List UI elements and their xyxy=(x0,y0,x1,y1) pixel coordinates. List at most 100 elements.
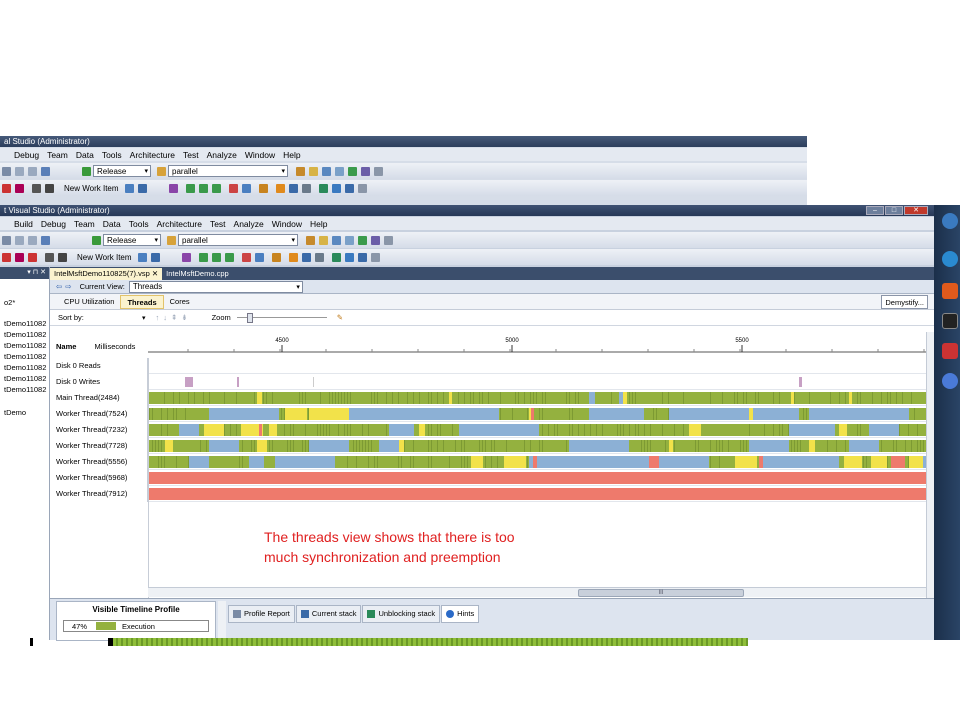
toolbar-icon[interactable] xyxy=(15,183,24,193)
toolbar-icon[interactable] xyxy=(301,183,311,193)
toolbar-icon[interactable] xyxy=(2,252,11,262)
thread-lane[interactable] xyxy=(149,456,926,468)
media-icon[interactable] xyxy=(942,283,958,299)
minimize-button[interactable]: – xyxy=(866,206,884,215)
toolbar-icon[interactable] xyxy=(322,166,331,176)
vtp-scrollbar[interactable] xyxy=(218,601,226,641)
thread-row[interactable]: Worker Thread(5968) xyxy=(50,470,926,486)
ie-icon[interactable] xyxy=(942,251,958,267)
toolbar-icon[interactable] xyxy=(358,235,367,245)
toolbar-icon[interactable] xyxy=(15,252,24,262)
play-icon[interactable] xyxy=(82,166,91,176)
thread-row[interactable]: Worker Thread(7728) xyxy=(50,438,926,454)
menu-team[interactable]: Team xyxy=(47,150,68,160)
thread-lane[interactable] xyxy=(149,472,926,484)
toolbar-icon[interactable] xyxy=(2,166,11,176)
zoom-thumb[interactable] xyxy=(246,312,253,323)
thread-row-label[interactable]: Disk 0 Reads xyxy=(50,358,148,374)
play-icon[interactable] xyxy=(275,183,285,193)
maximize-button[interactable]: □ xyxy=(885,206,903,215)
thread-lane[interactable] xyxy=(149,360,926,372)
menu-data[interactable]: Data xyxy=(76,150,94,160)
redo-icon[interactable] xyxy=(28,235,37,245)
solution-item[interactable]: tDemo11082 xyxy=(0,384,49,395)
toolbar-icon[interactable] xyxy=(241,183,251,193)
thread-lane[interactable] xyxy=(149,440,926,452)
toolbar-icon[interactable] xyxy=(348,166,357,176)
panel-header-controls[interactable]: ▾ ⊓ ✕ xyxy=(0,267,49,279)
solution-item[interactable]: tDemo11082 xyxy=(0,318,49,329)
close-icon[interactable] xyxy=(45,183,54,193)
scroll-thumb[interactable]: III xyxy=(578,589,744,597)
thread-row[interactable]: Worker Thread(5556) xyxy=(50,454,926,470)
thread-row[interactable]: Disk 0 Reads xyxy=(50,358,926,374)
start-orb-icon[interactable] xyxy=(942,213,958,229)
forward-arrow-icon[interactable]: ⇨ xyxy=(65,282,71,291)
toolbar-icon[interactable] xyxy=(198,183,208,193)
toolbar-icon[interactable] xyxy=(137,252,147,262)
thread-row[interactable]: Main Thread(2484) xyxy=(50,390,926,406)
thread-lane[interactable] xyxy=(149,376,926,388)
redo-icon[interactable] xyxy=(28,166,37,176)
menu-architecture[interactable]: Architecture xyxy=(130,150,175,160)
tab-vsp[interactable]: IntelMsftDemo110825(7).vsp ✕ xyxy=(50,268,163,280)
menu-build[interactable]: Build xyxy=(14,219,33,229)
menu-debug[interactable]: Debug xyxy=(41,219,66,229)
toolbar-icon[interactable] xyxy=(370,252,380,262)
toolbar-icon[interactable] xyxy=(150,252,160,262)
play-icon[interactable] xyxy=(92,235,101,245)
tab-cpp[interactable]: IntelMsftDemo.cpp xyxy=(162,268,233,280)
config-select[interactable]: Release xyxy=(93,165,151,177)
toolbar-icon[interactable] xyxy=(345,235,354,245)
solution-item[interactable]: tDemo11082 xyxy=(0,373,49,384)
toolbar-icon[interactable] xyxy=(241,252,251,262)
thread-lane[interactable] xyxy=(149,408,926,420)
toolbar-icon[interactable] xyxy=(2,235,11,245)
thread-lane[interactable] xyxy=(149,392,926,404)
thread-lane[interactable] xyxy=(149,488,926,500)
menu-debug[interactable]: Debug xyxy=(14,150,39,160)
toolbar-icon[interactable] xyxy=(124,183,134,193)
toolbar-icon[interactable] xyxy=(185,183,195,193)
toolbar-icon[interactable] xyxy=(181,252,191,262)
solution-item[interactable]: tDemo11082 xyxy=(0,340,49,351)
toolbar-icon[interactable] xyxy=(28,252,37,262)
config-select[interactable]: Release xyxy=(103,234,161,246)
toolbar-icon[interactable] xyxy=(319,235,328,245)
menu-analyze[interactable]: Analyze xyxy=(234,219,264,229)
new-work-item-button[interactable]: New Work Item xyxy=(77,253,132,262)
toolbar-icon[interactable] xyxy=(198,252,208,262)
toolbar-icon[interactable] xyxy=(137,183,147,193)
navigate-icon[interactable] xyxy=(41,166,50,176)
app-icon[interactable] xyxy=(942,343,958,359)
toolbar-icon[interactable] xyxy=(168,183,178,193)
toolbar-icon[interactable] xyxy=(254,252,264,262)
toolbar-icon[interactable] xyxy=(384,235,393,245)
tab-threads[interactable]: Threads xyxy=(120,294,164,309)
menu-test[interactable]: Test xyxy=(183,150,199,160)
close-button[interactable]: ✕ xyxy=(904,206,928,215)
toolbar-icon[interactable] xyxy=(301,252,311,262)
thread-row-label[interactable]: Worker Thread(7912) xyxy=(50,486,148,502)
tab-cores[interactable]: Cores xyxy=(164,295,196,309)
demystify-button[interactable]: Demystify... xyxy=(881,295,928,309)
menu-team[interactable]: Team xyxy=(74,219,95,229)
toolbar-icon[interactable] xyxy=(335,166,344,176)
new-work-item-button[interactable]: New Work Item xyxy=(64,184,119,193)
menu-test[interactable]: Test xyxy=(210,219,226,229)
thread-row-label[interactable]: Worker Thread(5556) xyxy=(50,454,148,470)
toolbar-icon[interactable] xyxy=(371,235,380,245)
toolbar-icon[interactable] xyxy=(357,183,367,193)
play-icon[interactable] xyxy=(344,252,354,262)
thread-row-label[interactable]: Worker Thread(7728) xyxy=(50,438,148,454)
close-icon[interactable]: ✕ xyxy=(152,269,158,278)
row-move-icons[interactable]: ↑↓⇞⇟ xyxy=(156,313,192,322)
horizontal-scrollbar[interactable]: III xyxy=(148,587,926,597)
stop-icon[interactable] xyxy=(45,252,54,262)
menu-architecture[interactable]: Architecture xyxy=(157,219,202,229)
toolbar-icon[interactable] xyxy=(309,166,318,176)
undo-icon[interactable] xyxy=(15,235,24,245)
undo-icon[interactable] xyxy=(15,166,24,176)
menu-window[interactable]: Window xyxy=(272,219,302,229)
thread-row-label[interactable]: Disk 0 Writes xyxy=(50,374,148,390)
